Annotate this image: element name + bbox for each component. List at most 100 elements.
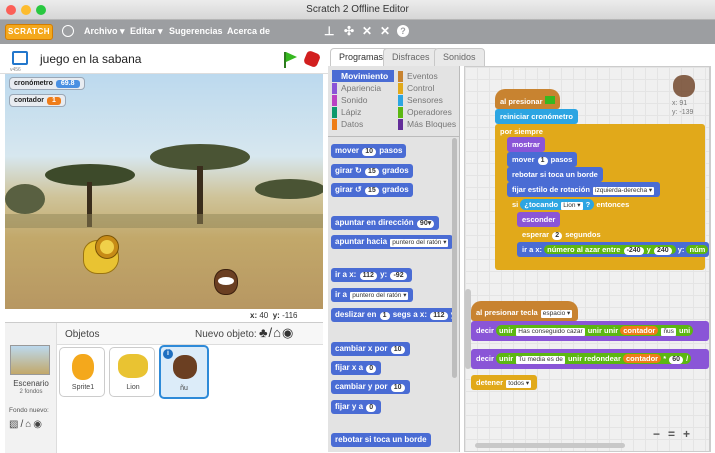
- sprite-name: ñu: [180, 385, 188, 392]
- block-stop-all[interactable]: detener todos ▾: [471, 375, 538, 390]
- help-icon[interactable]: ?: [397, 25, 409, 37]
- tab-disfraces[interactable]: Disfraces: [383, 48, 439, 66]
- sprite-thumb-sprite1[interactable]: Sprite1: [59, 347, 105, 397]
- menu-archivo[interactable]: Archivo ▾: [84, 26, 125, 37]
- menu-acerca-de[interactable]: Acerca de: [227, 26, 270, 36]
- block-move-steps[interactable]: mover 1 pasos: [507, 152, 578, 167]
- palette-divider: [328, 136, 460, 137]
- scratch-logo[interactable]: SCRATCH: [5, 24, 53, 40]
- monitor-value: 69.8: [55, 80, 80, 88]
- zoom-out-icon[interactable]: −: [653, 427, 660, 441]
- category-mas-bloques[interactable]: Más Bloques: [398, 119, 456, 130]
- sensing-touching[interactable]: ¿tocando Lion ▾ ?: [520, 199, 595, 210]
- script-horizontal-scrollbar[interactable]: [475, 443, 625, 448]
- block-goto-xy[interactable]: ir a x: 112 y: -92: [331, 268, 412, 282]
- window-title: Scratch 2 Offline Editor: [306, 4, 409, 15]
- block-set-x[interactable]: fijar x a 0: [331, 361, 382, 375]
- category-sonido[interactable]: Sonido: [332, 95, 367, 106]
- block-say-1[interactable]: decir unir Has conseguido cazar unir uni…: [471, 321, 709, 341]
- block-reset-timer[interactable]: reiniciar cronómetro: [495, 109, 578, 124]
- block-rotation-style[interactable]: fijar estilo de rotación izquierda-derec…: [507, 182, 661, 197]
- script-area[interactable]: x: 91 y: -139 al presionar reiniciar cro…: [464, 66, 710, 452]
- stage-canvas[interactable]: cronómetro 69.8 contador 1: [5, 74, 323, 309]
- menu-sugerencias[interactable]: Sugerencias: [169, 26, 223, 36]
- block-hide[interactable]: esconder: [517, 212, 561, 227]
- block-change-y[interactable]: cambiar y por 10: [331, 380, 410, 394]
- category-apariencia[interactable]: Apariencia: [332, 83, 381, 94]
- version-label: v456: [10, 67, 21, 73]
- green-flag-icon: [544, 96, 555, 104]
- sprite-y: y: -139: [672, 109, 694, 116]
- new-backdrop-label: Fondo nuevo:: [9, 407, 49, 414]
- menu-bar: SCRATCH Archivo ▾ Editar ▾ Sugerencias A…: [0, 20, 715, 44]
- horizon-brush: [5, 214, 323, 228]
- gnu-sprite-icon: [173, 355, 197, 379]
- block-move[interactable]: mover 10 pasos: [331, 144, 407, 158]
- block-change-x[interactable]: cambiar x por 10: [331, 342, 410, 356]
- grow-icon[interactable]: ✕: [362, 24, 372, 38]
- stage-thumbnail[interactable]: [10, 345, 50, 375]
- sprite-pane: Escenario 2 fondos Fondo nuevo: ▧/⌂◉ Obj…: [5, 322, 323, 453]
- zoom-reset-icon[interactable]: =: [668, 427, 675, 441]
- new-backdrop-icons[interactable]: ▧/⌂◉: [9, 419, 44, 430]
- script-vertical-scrollbar[interactable]: [465, 289, 471, 369]
- zoom-in-icon[interactable]: +: [683, 427, 690, 441]
- monitor-cronometro[interactable]: cronómetro 69.8: [9, 77, 85, 90]
- sprite-name: Lion: [126, 384, 140, 391]
- right-edge: [710, 66, 715, 452]
- category-eventos[interactable]: Eventos: [398, 71, 438, 82]
- gnu-sprite-eyes: [218, 277, 234, 285]
- editor-tabs-bar: Programas Disfraces Sonidos: [328, 44, 715, 66]
- block-point-direction[interactable]: apuntar en dirección 90▾: [331, 216, 440, 230]
- menu-editar[interactable]: Editar ▾: [130, 26, 163, 37]
- sprite-thumb-gnu-selected[interactable]: i ñu: [159, 345, 209, 399]
- project-name-input[interactable]: juego en la sabana: [40, 52, 141, 66]
- new-sprite-icons[interactable]: ♣/⌂◉: [259, 325, 294, 341]
- mouse-coordinates: x: 40 y: -116: [250, 311, 298, 320]
- palette-scrollbar[interactable]: [452, 138, 457, 378]
- copy-icon[interactable]: ⊥: [324, 24, 334, 38]
- block-show[interactable]: mostrar: [507, 137, 545, 152]
- info-icon[interactable]: i: [163, 349, 173, 359]
- stage-label: Escenario: [13, 379, 49, 388]
- shrink-icon[interactable]: ✕: [380, 24, 390, 38]
- block-bounce-edge[interactable]: rebotar si toca un borde: [507, 167, 603, 182]
- acacia-canopy: [255, 179, 323, 199]
- block-turn-left[interactable]: girar ↺ 15 grados: [331, 183, 413, 197]
- category-operadores[interactable]: Operadores: [398, 107, 452, 118]
- block-palette: Movimiento Apariencia Sonido Lápiz Datos…: [328, 66, 460, 452]
- lion-sprite-face[interactable]: [100, 240, 114, 254]
- fullscreen-icon[interactable]: [12, 51, 28, 65]
- category-sensores[interactable]: Sensores: [398, 95, 443, 106]
- block-bounce[interactable]: rebotar si toca un borde: [331, 433, 431, 447]
- block-say-2[interactable]: decir unir Tu media es de unir redondear…: [471, 349, 709, 369]
- title-bar: Scratch 2 Offline Editor: [0, 0, 715, 20]
- tab-sonidos[interactable]: Sonidos: [434, 48, 485, 66]
- monitor-label: cronómetro: [14, 80, 53, 87]
- cut-icon[interactable]: ✣: [344, 24, 354, 38]
- category-lapiz[interactable]: Lápiz: [332, 107, 361, 118]
- lion-sprite-icon: [118, 354, 148, 378]
- new-sprite-label: Nuevo objeto:: [195, 329, 257, 340]
- block-wait[interactable]: esperar 2 segundos: [517, 227, 606, 242]
- category-control[interactable]: Control: [398, 83, 434, 94]
- monitor-contador[interactable]: contador 1: [9, 94, 66, 107]
- block-goto-random[interactable]: ir a x: número al azar entre -240 y 240 …: [517, 242, 709, 257]
- stop-sign-icon[interactable]: [302, 49, 322, 69]
- sprite-thumb-lion[interactable]: Lion: [109, 347, 155, 397]
- category-movimiento[interactable]: Movimiento: [332, 70, 394, 82]
- green-flag-icon[interactable]: [286, 52, 297, 62]
- block-glide[interactable]: deslizar en 1 segs a x: 112 y:: [331, 308, 457, 322]
- block-point-towards[interactable]: apuntar hacia puntero del ratón ▾: [331, 235, 454, 249]
- block-turn-right[interactable]: girar ↻ 15 grados: [331, 164, 413, 178]
- hat-green-flag[interactable]: al presionar: [495, 89, 560, 109]
- language-globe-icon[interactable]: [62, 25, 74, 37]
- category-datos[interactable]: Datos: [332, 119, 363, 130]
- sprite-name: Sprite1: [71, 384, 95, 391]
- block-set-y[interactable]: fijar y a 0: [331, 400, 382, 414]
- stage-header: v456 juego en la sabana: [0, 44, 328, 74]
- block-goto[interactable]: ir a puntero del ratón ▾: [331, 288, 414, 302]
- hat-key-pressed[interactable]: al presionar tecla espacio ▾: [471, 301, 579, 321]
- backdrop-count: 2 fondos: [19, 389, 43, 395]
- monitor-value: 1: [46, 97, 61, 105]
